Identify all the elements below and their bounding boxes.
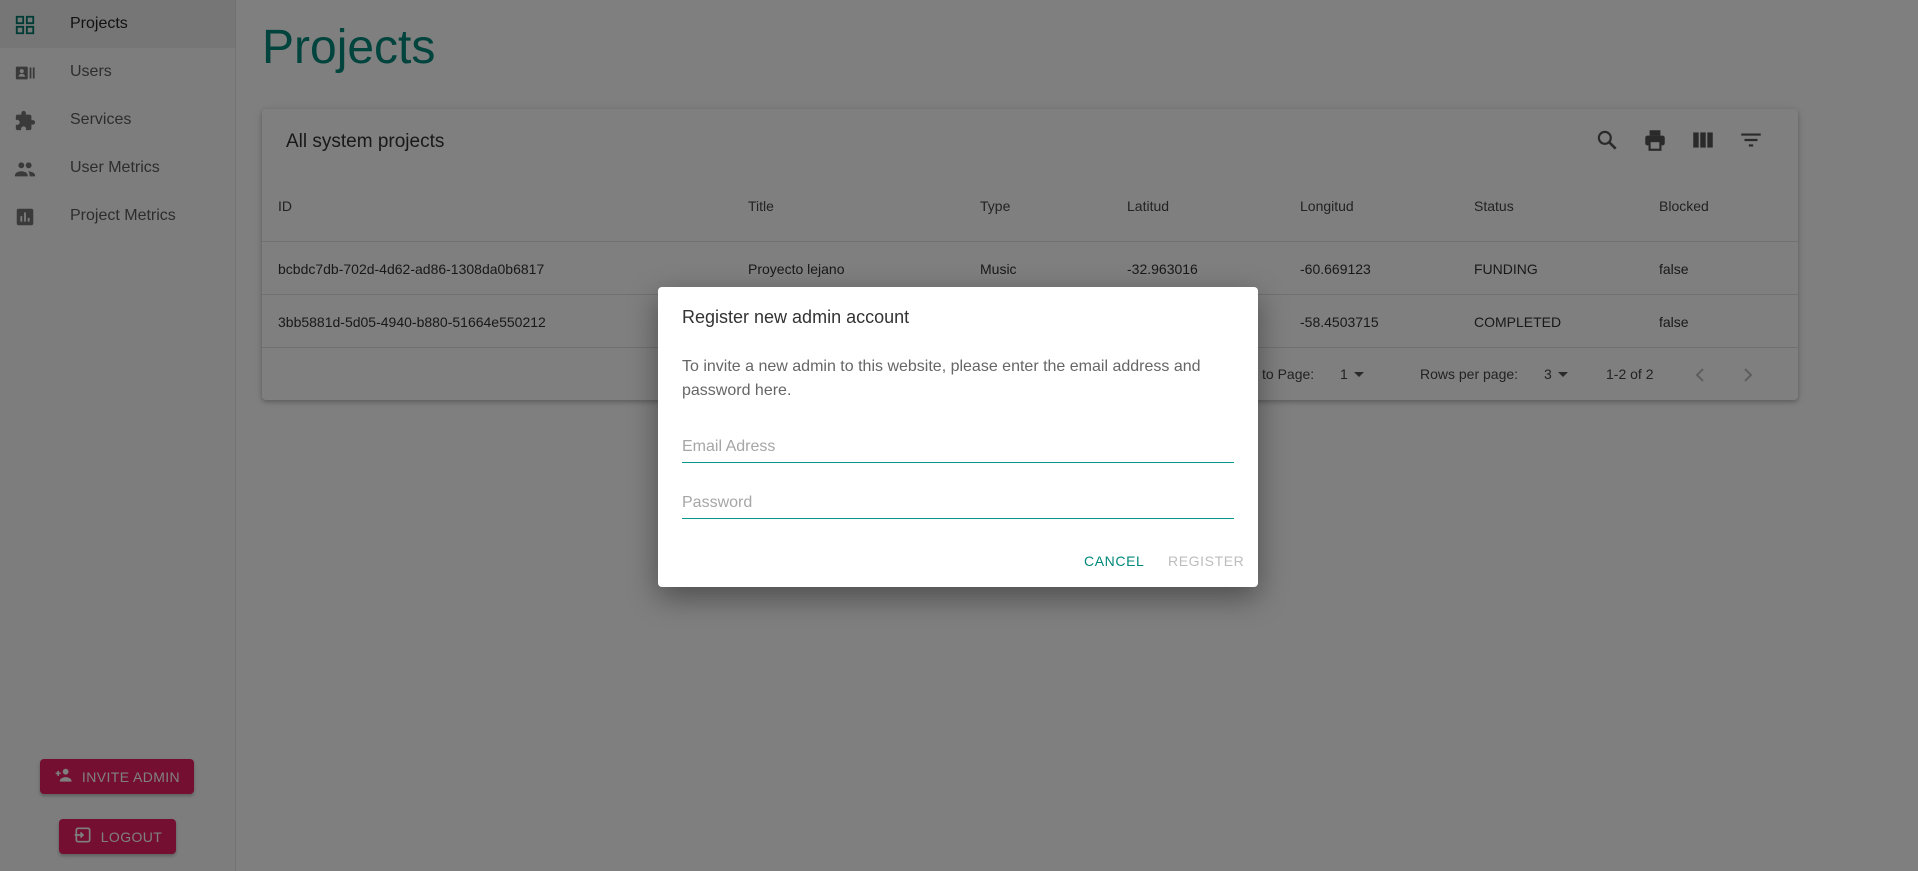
email-field[interactable]	[682, 432, 1234, 463]
dialog-title: Register new admin account	[682, 307, 910, 327]
cancel-button[interactable]: CANCEL	[1084, 553, 1144, 569]
register-admin-dialog: Register new admin account To invite a n…	[658, 287, 1258, 587]
password-field[interactable]	[682, 488, 1234, 519]
dialog-description: To invite a new admin to this website, p…	[682, 358, 1201, 399]
register-button[interactable]: REGISTER	[1168, 553, 1244, 569]
